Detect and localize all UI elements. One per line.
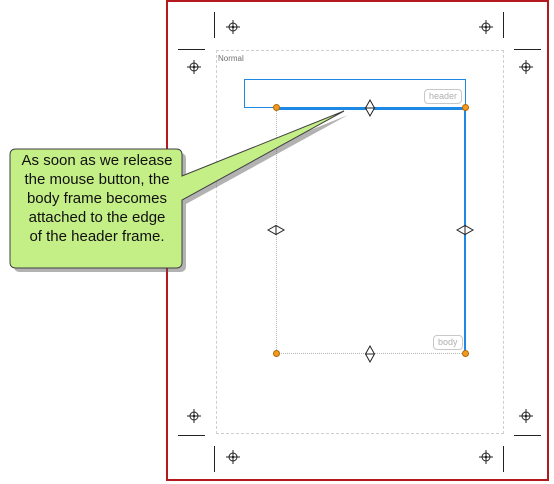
- callout-line: of the header frame.: [29, 228, 165, 245]
- body-frame-tag: body: [433, 335, 463, 350]
- body-frame-handle-bottom-left[interactable]: [273, 350, 280, 357]
- crop-mark: [503, 12, 504, 38]
- page-name-label: Normal: [218, 54, 244, 63]
- crop-mark: [503, 446, 504, 472]
- crop-mark: [514, 435, 541, 436]
- body-frame[interactable]: [276, 108, 466, 354]
- crop-mark: [178, 49, 205, 50]
- callout-line: the mouse button, the: [24, 171, 170, 188]
- body-frame-handle-top-left[interactable]: [273, 104, 280, 111]
- crop-mark: [214, 12, 215, 38]
- callout-text: As soon as we release the mouse button, …: [14, 151, 180, 246]
- callout-line: As soon as we release: [21, 152, 173, 169]
- callout-line: body frame becomes: [26, 190, 168, 207]
- callout-line: attached to the edge: [28, 209, 166, 226]
- body-frame-handle-top-right[interactable]: [462, 104, 469, 111]
- crop-mark: [214, 446, 215, 472]
- body-frame-handle-bottom-right[interactable]: [462, 350, 469, 357]
- crop-mark: [514, 49, 541, 50]
- header-frame-tag: header: [424, 89, 463, 104]
- crop-mark: [178, 435, 205, 436]
